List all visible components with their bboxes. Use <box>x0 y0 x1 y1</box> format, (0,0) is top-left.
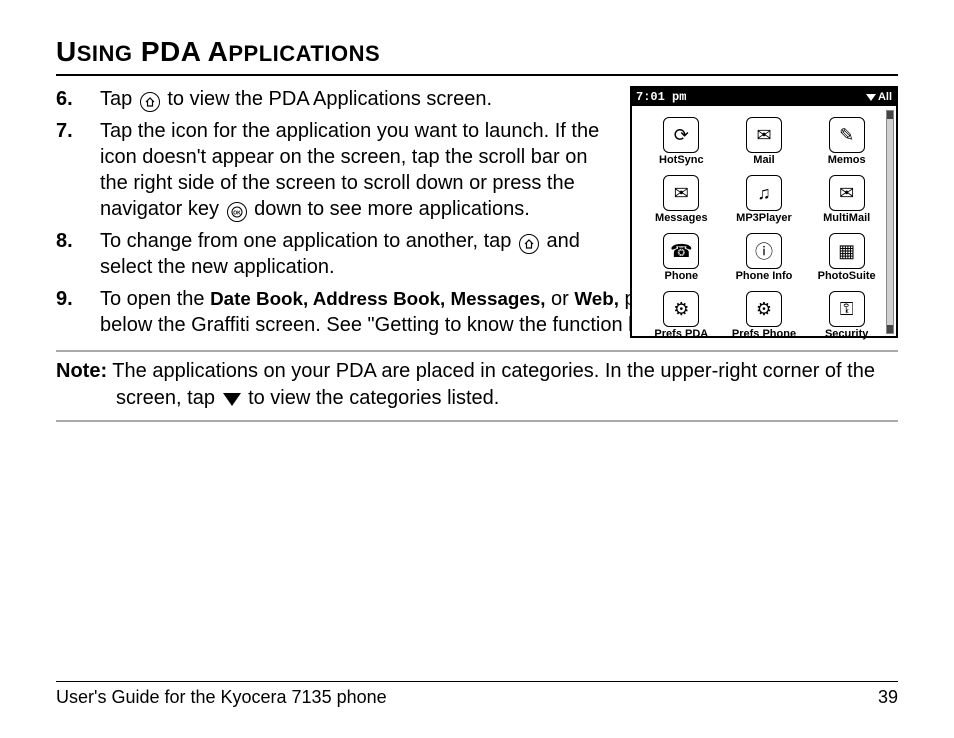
mail-icon: ✉ <box>746 117 782 153</box>
app-prefs-pda: ⚙Prefs PDA <box>640 284 723 340</box>
pda-screenshot: 7:01 pm All ⟳HotSync ✉Mail ✎Memos ✉Messa… <box>630 86 898 338</box>
bold-apps: Web, <box>574 288 619 309</box>
svg-text:OK: OK <box>233 210 241 216</box>
app-multimail: ✉MultiMail <box>805 168 888 224</box>
page-title: USING PDA APPLICATIONS <box>56 36 898 68</box>
step-number: 7. <box>56 118 100 144</box>
mp3-icon: ♫ <box>746 175 782 211</box>
page-footer: User's Guide for the Kyocera 7135 phone … <box>56 687 898 708</box>
step-number: 6. <box>56 86 100 112</box>
app-phoneinfo: ⓘPhone Info <box>723 226 806 282</box>
ok-nav-icon: OK <box>227 202 247 222</box>
prefs-phone-icon: ⚙ <box>746 291 782 327</box>
step-number: 9. <box>56 286 100 312</box>
app-security: ⚿Security <box>805 284 888 340</box>
phone-icon: ☎ <box>663 233 699 269</box>
footer-rule <box>56 681 898 682</box>
footer-left: User's Guide for the Kyocera 7135 phone <box>56 687 387 708</box>
memos-icon: ✎ <box>829 117 865 153</box>
step-number: 8. <box>56 228 100 254</box>
step-text: to view the PDA Applications screen. <box>167 88 492 110</box>
photosuite-icon: ▦ <box>829 233 865 269</box>
app-hotsync: ⟳HotSync <box>640 110 723 166</box>
note-rule-bottom <box>56 420 898 422</box>
app-memos: ✎Memos <box>805 110 888 166</box>
step-text: Tap <box>100 88 138 110</box>
dropdown-triangle-icon <box>866 94 876 101</box>
app-mail: ✉Mail <box>723 110 806 166</box>
app-mp3player: ♫MP3Player <box>723 168 806 224</box>
hotsync-icon: ⟳ <box>663 117 699 153</box>
app-prefs-phone: ⚙Prefs Phone <box>723 284 806 340</box>
phoneinfo-icon: ⓘ <box>746 233 782 269</box>
security-icon: ⚿ <box>829 291 865 327</box>
pda-status-bar: 7:01 pm All <box>632 88 896 106</box>
note-rule-top <box>56 350 898 352</box>
home-icon <box>519 234 539 254</box>
messages-icon: ✉ <box>663 175 699 211</box>
step-text: To open the <box>100 288 210 310</box>
note-text: to view the categories listed. <box>243 387 500 409</box>
step-text: down to see more applications. <box>254 198 530 220</box>
app-phone: ☎Phone <box>640 226 723 282</box>
note-label: Note: <box>56 360 107 382</box>
step-text: To change from one application to anothe… <box>100 230 517 252</box>
bold-apps: Date Book, Address Book, Messages, <box>210 288 545 309</box>
prefs-pda-icon: ⚙ <box>663 291 699 327</box>
dropdown-triangle-icon <box>223 393 241 406</box>
footer-page-number: 39 <box>878 687 898 708</box>
note-block: Note: The applications on your PDA are p… <box>56 358 898 412</box>
pda-category-dropdown: All <box>866 91 892 103</box>
app-photosuite: ▦PhotoSuite <box>805 226 888 282</box>
pda-app-grid: ⟳HotSync ✉Mail ✎Memos ✉Messages ♫MP3Play… <box>632 106 896 344</box>
multimail-icon: ✉ <box>829 175 865 211</box>
step-text: or <box>551 288 574 310</box>
title-rule <box>56 74 898 76</box>
pda-time: 7:01 pm <box>636 91 686 103</box>
home-icon <box>140 92 160 112</box>
app-messages: ✉Messages <box>640 168 723 224</box>
pda-scrollbar <box>886 110 894 334</box>
